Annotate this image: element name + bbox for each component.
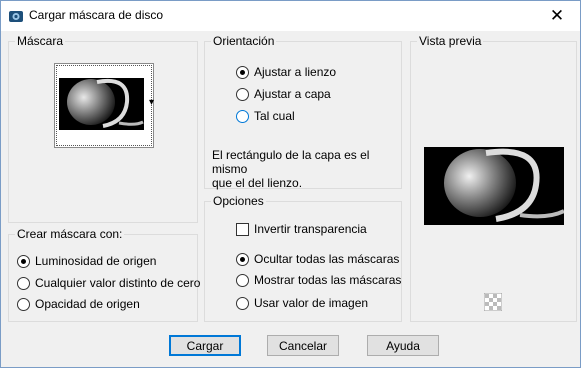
window-title: Cargar máscara de disco [29, 8, 164, 22]
radio-button[interactable] [236, 252, 249, 266]
radio-fit-canvas[interactable]: Ajustar a lienzo [236, 65, 336, 79]
options-label: Opciones [211, 194, 266, 208]
radio-label: Mostrar todas las máscaras [254, 273, 402, 287]
close-button[interactable]: ✕ [534, 1, 580, 31]
close-icon: ✕ [549, 6, 565, 25]
radio-hide-masks[interactable]: Ocultar todas las máscaras [236, 252, 399, 266]
mask-selector[interactable]: ▾ [54, 63, 154, 148]
radio-button[interactable] [236, 109, 249, 123]
radio-label: Luminosidad de origen [35, 254, 157, 268]
checkbox-label: Invertir transparencia [254, 222, 367, 236]
radio-nonzero[interactable]: Cualquier valor distinto de cero [17, 276, 200, 290]
create-mask-group: Crear máscara con: Luminosidad de origen… [8, 227, 200, 322]
radio-label: Ajustar a lienzo [254, 65, 337, 79]
checkbox[interactable] [236, 222, 249, 236]
create-mask-label: Crear máscara con: [15, 227, 125, 241]
dialog-window: Cargar máscara de disco ✕ Máscara ▾ Crea… [0, 0, 581, 368]
radio-button[interactable] [236, 87, 249, 101]
help-button[interactable]: Ayuda [367, 335, 439, 356]
radio-fit-layer[interactable]: Ajustar a capa [236, 87, 331, 101]
radio-label: Usar valor de imagen [254, 296, 369, 310]
checkbox-invert[interactable]: Invertir transparencia [236, 222, 367, 236]
title-bar: Cargar máscara de disco ✕ [1, 1, 580, 31]
radio-label: Ocultar todas las máscaras [254, 252, 400, 266]
transparency-icon[interactable] [484, 293, 502, 311]
radio-label: Opacidad de origen [35, 297, 140, 311]
info-line: que el del lienzo. [212, 176, 303, 190]
radio-label: Tal cual [254, 109, 295, 123]
app-icon [9, 11, 23, 22]
radio-button[interactable] [236, 273, 249, 287]
preview-label: Vista previa [417, 34, 484, 48]
info-line: El rectángulo de la capa es el mismo [212, 148, 370, 176]
preview-group: Vista previa [410, 34, 577, 322]
orientation-info: El rectángulo de la capa es el mismo que… [212, 148, 401, 190]
radio-button[interactable] [236, 65, 249, 79]
radio-luminosity[interactable]: Luminosidad de origen [17, 254, 156, 268]
mask-group: Máscara ▾ [8, 34, 198, 223]
chevron-down-icon[interactable]: ▾ [149, 97, 154, 108]
mask-thumbnail [59, 78, 144, 130]
load-button[interactable]: Cargar [169, 335, 241, 356]
mask-group-label: Máscara [15, 34, 66, 48]
radio-opacity[interactable]: Opacidad de origen [17, 297, 140, 311]
options-group: Opciones Invertir transparencia Ocultar … [204, 194, 402, 322]
radio-image-value[interactable]: Usar valor de imagen [236, 296, 368, 310]
radio-as-is[interactable]: Tal cual [236, 109, 295, 123]
orientation-label: Orientación [211, 34, 277, 48]
cancel-button[interactable]: Cancelar [267, 335, 339, 356]
radio-label: Ajustar a capa [254, 87, 331, 101]
radio-button[interactable] [17, 297, 30, 311]
preview-image [424, 147, 564, 225]
radio-label: Cualquier valor distinto de cero [35, 276, 201, 290]
radio-show-masks[interactable]: Mostrar todas las máscaras [236, 273, 401, 287]
radio-button[interactable] [17, 276, 30, 290]
radio-button[interactable] [17, 254, 30, 268]
radio-button[interactable] [236, 296, 249, 310]
orientation-group: Orientación Ajustar a lienzo Ajustar a c… [204, 34, 402, 190]
